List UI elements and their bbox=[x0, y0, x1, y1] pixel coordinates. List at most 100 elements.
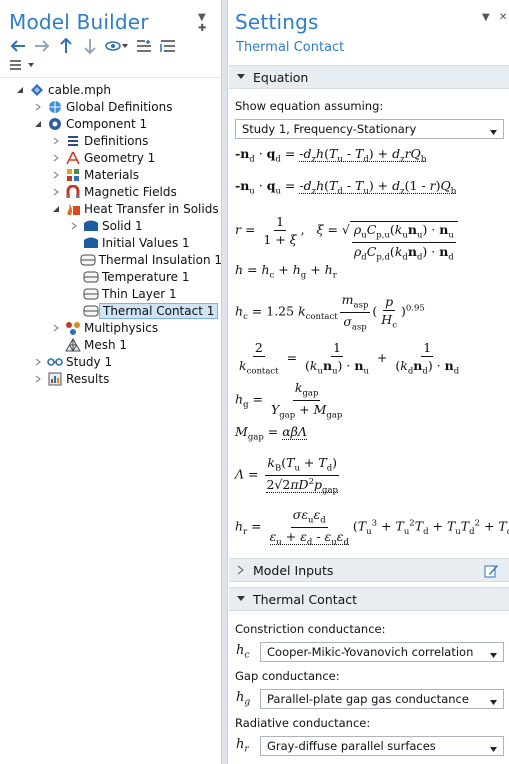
collapsed-twisty-icon[interactable] bbox=[69, 221, 79, 231]
equation-lambda: Λ = kB(Tu + Td) 2√2πD2pgap bbox=[235, 455, 340, 496]
tree-item-component-1[interactable]: Component 1 bbox=[0, 115, 222, 132]
show-equation-value: Study 1, Frequency-Stationary bbox=[242, 122, 417, 136]
constriction-label: Constriction conductance: bbox=[235, 622, 386, 636]
tree-item-label: Solid 1 bbox=[102, 218, 143, 233]
constriction-select[interactable]: Cooper-Mikic-Yovanovich correlation bbox=[260, 642, 504, 662]
tree-item-temperature-1[interactable]: Temperature 1 bbox=[0, 268, 222, 285]
tree-item-initial-values-1[interactable]: Initial Values 1 bbox=[0, 234, 222, 251]
tree-item-global-definitions[interactable]: Global Definitions bbox=[0, 98, 222, 115]
pin-icon[interactable]: ✚ bbox=[198, 23, 206, 34]
constriction-symbol: hc bbox=[236, 643, 250, 661]
tree-item-label: cable.mph bbox=[48, 82, 112, 97]
tree-item-thermal-insulation-1[interactable]: Thermal Insulation 1 bbox=[0, 251, 222, 268]
no-twisty bbox=[51, 340, 61, 350]
expanded-twisty-icon[interactable] bbox=[15, 85, 25, 95]
chevron-down-icon bbox=[489, 695, 498, 709]
model-builder-toolbar-2 bbox=[8, 56, 42, 74]
tree-item-label: Materials bbox=[84, 167, 140, 182]
tree-item-magnetic-fields[interactable]: Magnetic Fields bbox=[0, 183, 222, 200]
settings-pane: Settings ▼ ✕ Thermal Contact Equation Sh… bbox=[227, 0, 509, 764]
tree-item-label: Component 1 bbox=[66, 116, 148, 131]
collapse-all-icon[interactable] bbox=[134, 37, 154, 55]
no-twisty bbox=[69, 238, 79, 248]
radiative-conductance-value: Gray-diffuse parallel surfaces bbox=[267, 739, 436, 753]
solid-domain-icon bbox=[83, 219, 99, 233]
no-twisty bbox=[69, 255, 76, 265]
tree-item-label: Multiphysics bbox=[84, 320, 159, 335]
magnetic-fields-icon bbox=[65, 184, 81, 199]
back-arrow-icon[interactable] bbox=[8, 37, 28, 55]
view-menu-icon[interactable]: ▼ bbox=[482, 12, 490, 23]
materials-icon bbox=[65, 168, 81, 182]
list-menu-icon[interactable] bbox=[8, 56, 38, 74]
tree-item-label: Geometry 1 bbox=[84, 150, 156, 165]
tree-item-results[interactable]: Results bbox=[0, 370, 222, 387]
tree-item-multiphysics[interactable]: Multiphysics bbox=[0, 319, 222, 336]
section-equation-label: Equation bbox=[253, 69, 309, 85]
constriction-value: Cooper-Mikic-Yovanovich correlation bbox=[267, 645, 474, 659]
chevron-down-icon bbox=[489, 125, 498, 139]
tree-item-solid-1[interactable]: Solid 1 bbox=[0, 217, 222, 234]
settings-subtitle: Thermal Contact bbox=[236, 40, 345, 55]
tree-item-label: Thermal Contact 1 bbox=[99, 302, 219, 319]
geometry-icon bbox=[65, 151, 81, 165]
tree-item-definitions[interactable]: Definitions bbox=[0, 132, 222, 149]
global-definitions-icon bbox=[47, 100, 63, 114]
tree-item-label: Definitions bbox=[84, 133, 149, 148]
section-model-inputs[interactable]: Model Inputs bbox=[229, 558, 509, 582]
expanded-twisty-icon[interactable] bbox=[51, 204, 61, 214]
equation-flux-down: -nd · qd = -dzh(Tu - Td) + dzrQb bbox=[235, 146, 427, 165]
tree-item-label: Initial Values 1 bbox=[102, 235, 190, 250]
tree-item-label: Magnetic Fields bbox=[84, 184, 177, 199]
move-up-icon[interactable] bbox=[56, 37, 76, 55]
settings-title: Settings bbox=[235, 10, 319, 34]
tree-item-cable-mph[interactable]: cable.mph bbox=[0, 81, 222, 98]
equation-mgap: Mgap = αβΛ bbox=[235, 424, 307, 443]
tree-item-thin-layer-1[interactable]: Thin Layer 1 bbox=[0, 285, 222, 302]
expanded-twisty-icon[interactable] bbox=[33, 119, 43, 129]
model-file-icon bbox=[29, 83, 45, 97]
tree-item-thermal-contact-1[interactable]: Thermal Contact 1 bbox=[0, 302, 222, 319]
pane-controls: ▼ ✚ bbox=[192, 12, 221, 34]
no-twisty bbox=[69, 306, 79, 316]
tree-item-study-1[interactable]: Study 1 bbox=[0, 353, 222, 370]
equation-flux-up: -nu · qu = -dzh(Td - Tu) + dz(1 - r)Qb bbox=[235, 178, 457, 197]
view-menu-icon[interactable]: ▼ bbox=[198, 12, 206, 23]
close-icon[interactable]: ✕ bbox=[499, 12, 507, 23]
section-thermal-contact[interactable]: Thermal Contact bbox=[229, 587, 509, 611]
collapsed-twisty-icon[interactable] bbox=[51, 170, 61, 180]
tree-item-geometry-1[interactable]: Geometry 1 bbox=[0, 149, 222, 166]
move-down-icon[interactable] bbox=[80, 37, 100, 55]
chevron-down-icon bbox=[489, 648, 498, 662]
boundary-icon bbox=[83, 304, 99, 318]
show-equation-select[interactable]: Study 1, Frequency-Stationary bbox=[235, 119, 504, 139]
collapsed-twisty-icon[interactable] bbox=[33, 357, 43, 367]
model-builder-toolbar bbox=[8, 37, 182, 55]
tree-item-mesh-1[interactable]: Mesh 1 bbox=[0, 336, 222, 353]
study-icon bbox=[47, 355, 63, 369]
collapsed-twisty-icon[interactable] bbox=[33, 102, 43, 112]
gap-conductance-select[interactable]: Parallel-plate gap gas conductance bbox=[260, 689, 504, 709]
gap-conductance-value: Parallel-plate gap gas conductance bbox=[267, 692, 469, 706]
collapsed-twisty-icon[interactable] bbox=[51, 323, 61, 333]
tree-item-label: Global Definitions bbox=[66, 99, 173, 114]
tree-item-heat-transfer-in-solids[interactable]: Heat Transfer in Solids bbox=[0, 200, 222, 217]
collapsed-twisty-icon[interactable] bbox=[51, 153, 61, 163]
initial-values-icon bbox=[83, 236, 99, 250]
radiative-symbol: hr bbox=[236, 737, 249, 755]
collapsed-twisty-icon[interactable] bbox=[33, 374, 43, 384]
expand-all-icon[interactable] bbox=[158, 37, 178, 55]
tree-item-label: Study 1 bbox=[66, 354, 113, 369]
equation-k-contact: 2 kcontact = 1 (kunu) · nu + 1 (kdnd) · nd bbox=[239, 340, 460, 377]
section-model-inputs-label: Model Inputs bbox=[253, 562, 334, 578]
forward-arrow-icon[interactable] bbox=[32, 37, 52, 55]
collapsed-twisty-icon[interactable] bbox=[51, 136, 61, 146]
collapsed-twisty-icon[interactable] bbox=[51, 187, 61, 197]
edit-pencil-icon[interactable] bbox=[483, 563, 499, 582]
section-equation[interactable]: Equation bbox=[229, 65, 509, 89]
heat-transfer-icon bbox=[65, 202, 81, 216]
settings-pane-controls: ▼ ✕ bbox=[476, 12, 507, 23]
tree-item-materials[interactable]: Materials bbox=[0, 166, 222, 183]
show-eye-icon[interactable] bbox=[104, 37, 130, 55]
radiative-conductance-select[interactable]: Gray-diffuse parallel surfaces bbox=[260, 736, 504, 756]
